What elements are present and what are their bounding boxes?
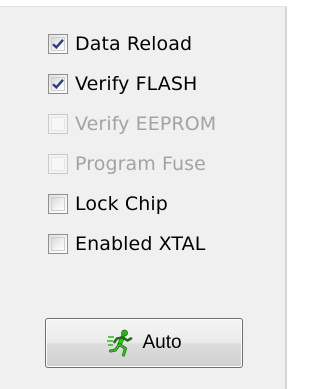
program-fuse-label: Program Fuse (75, 153, 206, 175)
program-fuse-checkbox (48, 154, 68, 174)
options-panel: Data Reload Verify FLASH Verify EEPROM P… (0, 0, 287, 389)
verify-eeprom-label: Verify EEPROM (75, 113, 217, 135)
verify-eeprom-checkbox (48, 114, 68, 134)
option-program-fuse: Program Fuse (48, 144, 216, 184)
enabled-xtal-label: Enabled XTAL (75, 233, 206, 255)
data-reload-label: Data Reload (75, 33, 193, 55)
verify-flash-label: Verify FLASH (75, 73, 198, 95)
checkmark-icon (52, 79, 64, 90)
option-data-reload[interactable]: Data Reload (48, 24, 216, 64)
option-verify-flash[interactable]: Verify FLASH (48, 64, 216, 104)
lock-chip-checkbox[interactable] (48, 194, 68, 214)
auto-button[interactable]: Auto (45, 318, 243, 368)
options-list: Data Reload Verify FLASH Verify EEPROM P… (48, 24, 216, 264)
data-reload-checkbox[interactable] (48, 34, 68, 54)
option-enabled-xtal[interactable]: Enabled XTAL (48, 224, 216, 264)
option-verify-eeprom: Verify EEPROM (48, 104, 216, 144)
running-man-icon (107, 329, 133, 357)
verify-flash-checkbox[interactable] (48, 74, 68, 94)
panel-top-edge (0, 0, 287, 7)
auto-button-label: Auto (142, 332, 182, 353)
enabled-xtal-checkbox[interactable] (48, 234, 68, 254)
option-lock-chip[interactable]: Lock Chip (48, 184, 216, 224)
checkmark-icon (52, 39, 64, 50)
lock-chip-label: Lock Chip (75, 193, 168, 215)
